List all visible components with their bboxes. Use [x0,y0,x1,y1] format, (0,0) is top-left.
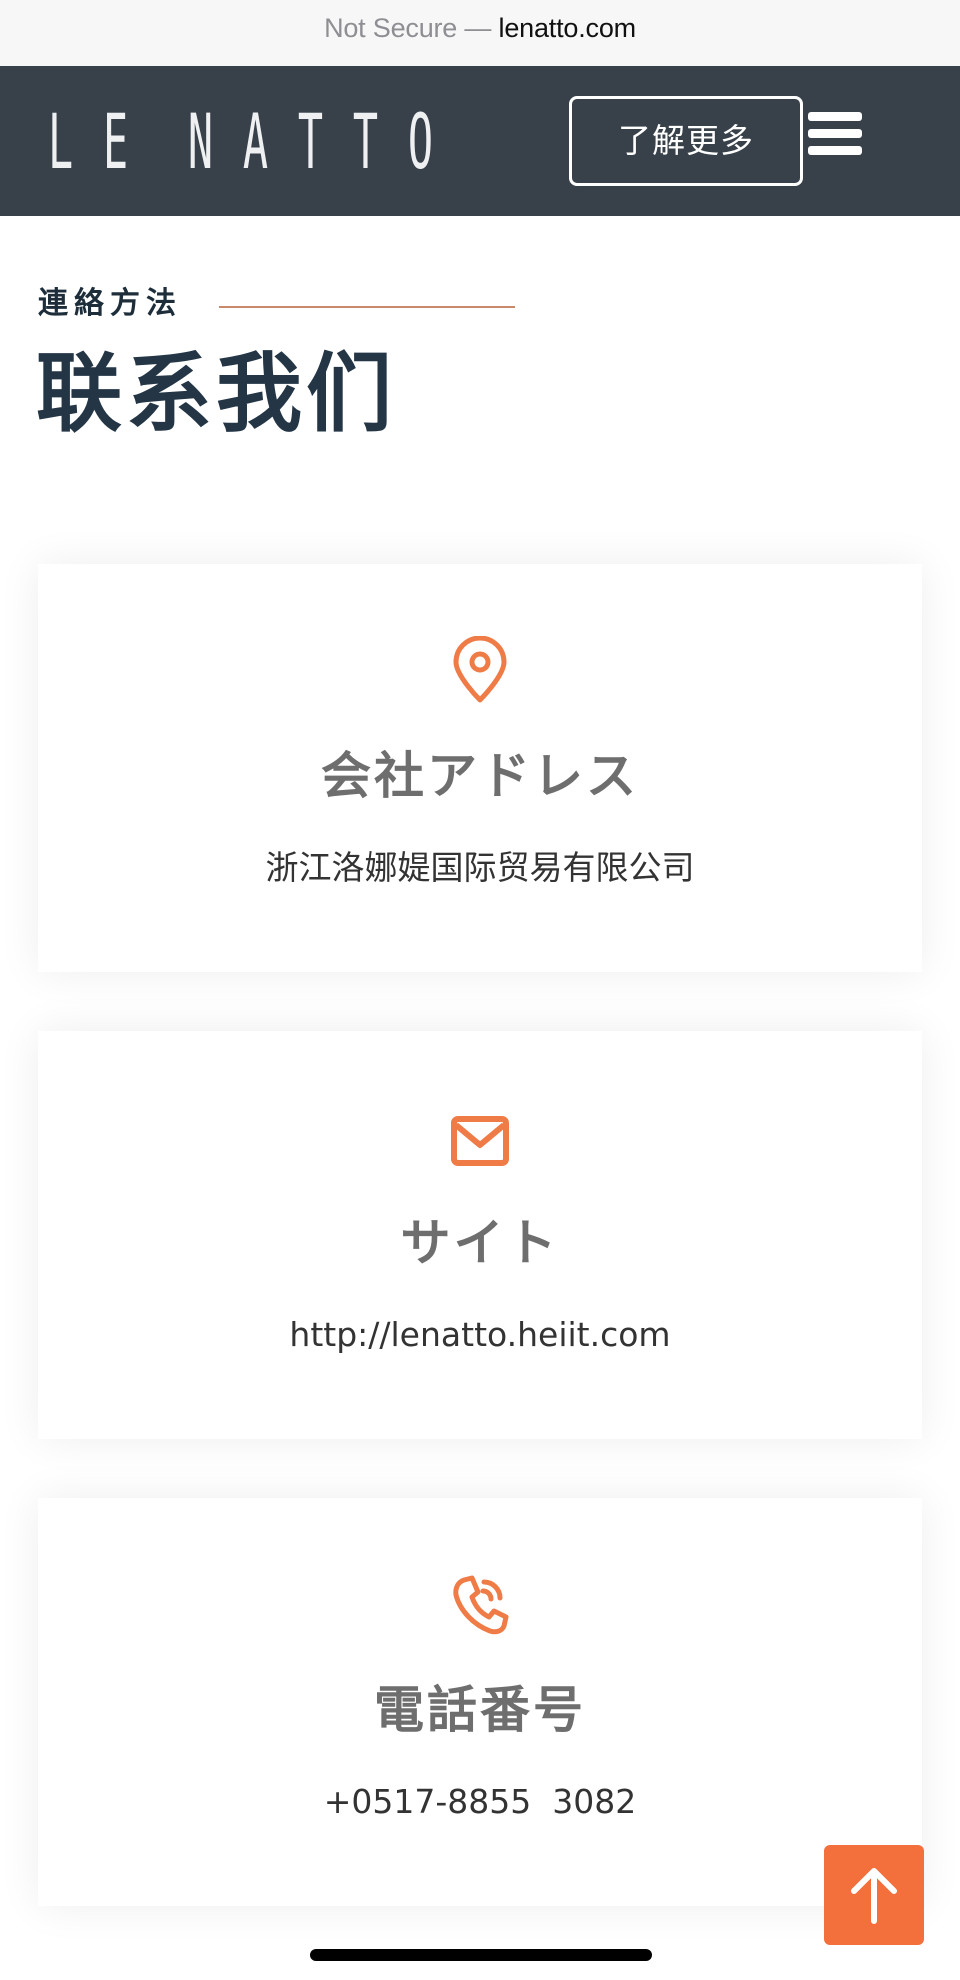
section-eyebrow: 連絡方法 [38,286,182,321]
address-card: 会社アドレス 浙江洛娜媞国际贸易有限公司 [38,564,922,972]
website-card: サイト http://lenatto.heiit.com [38,1031,922,1439]
website-link[interactable]: http://lenatto.heiit.com [38,1313,922,1357]
logo-letter: N [187,97,213,186]
phone-icon [453,1575,509,1635]
logo-letter: T [297,97,323,186]
url-domain: lenatto.com [498,13,637,43]
site-logo[interactable]: L E N A T T O [48,102,433,182]
security-status: Not Secure — [324,13,492,43]
logo-letter: A [242,97,268,186]
company-name: 浙江洛娜媞国际贸易有限公司 [265,848,695,887]
logo-letter: T [352,97,378,186]
home-indicator [310,1949,652,1961]
phone-card: 電話番号 +0517-8855 3082 [38,1498,922,1906]
page-title: 联系我们 [36,344,396,444]
phone-number[interactable]: +0517-8855 3082 [38,1780,922,1824]
logo-letter: O [407,97,433,186]
back-to-top-button[interactable] [824,1845,924,1945]
card-title: 電話番号 [374,1681,586,1739]
logo-letter: L [48,97,74,186]
eyebrow-divider [219,306,515,308]
card-title: サイト [400,1214,560,1272]
browser-address-bar[interactable]: Not Secure — lenatto.com [0,0,960,66]
learn-more-button[interactable]: 了解更多 [569,96,803,186]
card-title: 会社アドレス [321,747,639,805]
map-pin-icon [453,636,507,703]
logo-letter: E [103,97,129,186]
arrow-up-icon [851,1868,897,1924]
hamburger-icon[interactable] [808,112,862,156]
envelope-icon [451,1116,509,1166]
